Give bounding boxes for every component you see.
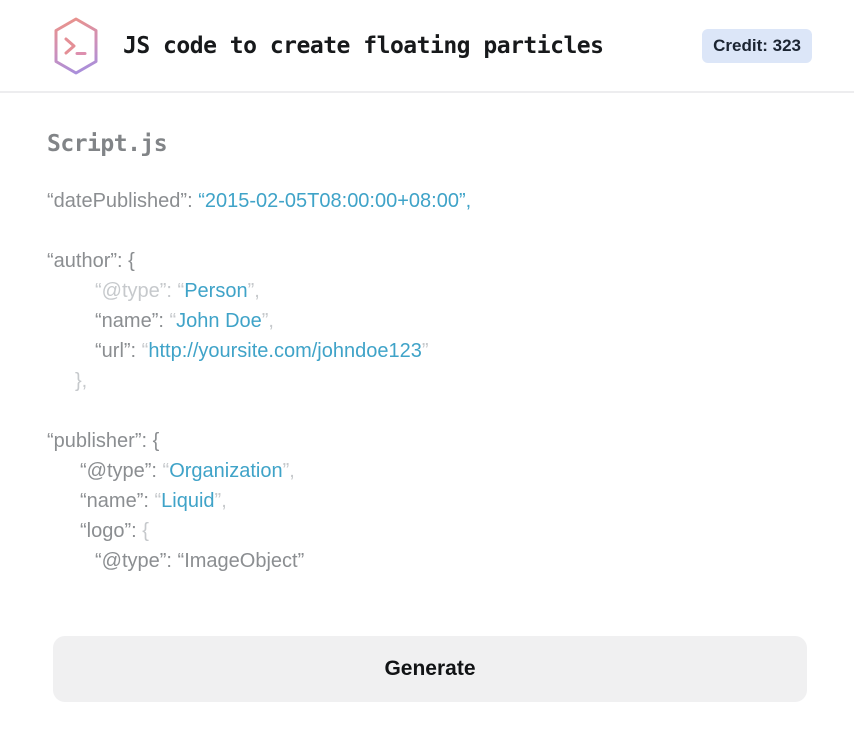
header: JS code to create floating particles Cre…: [0, 0, 854, 93]
generate-button[interactable]: Generate: [53, 636, 807, 702]
credit-badge: Credit: 323: [702, 28, 812, 63]
terminal-prompt-hexagon-icon: [50, 16, 102, 76]
code-line: “url”: “http://yoursite.com/johndoe123”: [95, 340, 429, 362]
code-line: “@type”: “ImageObject”: [95, 550, 305, 572]
code-line: },: [75, 370, 88, 392]
code-line: “name”: “Liquid”,: [80, 490, 227, 512]
button-row: Generate: [53, 636, 807, 702]
code-line: “name”: “John Doe”,: [95, 310, 274, 332]
code-line: “@type”: “Organization”,: [80, 460, 295, 482]
code-block: “datePublished”: “2015-02-05T08:00:00+08…: [47, 186, 812, 576]
main-content: Script.js “datePublished”: “2015-02-05T0…: [0, 131, 854, 576]
code-line: “publisher”: {: [47, 430, 160, 452]
page-title: JS code to create floating particles: [123, 32, 604, 59]
code-line: “author”: {: [47, 250, 135, 272]
file-name-heading: Script.js: [47, 131, 168, 157]
code-line: “@type”: “Person”,: [95, 280, 260, 302]
code-line: “logo”: {: [80, 520, 149, 542]
code-line: “datePublished”: “2015-02-05T08:00:00+08…: [47, 190, 472, 212]
